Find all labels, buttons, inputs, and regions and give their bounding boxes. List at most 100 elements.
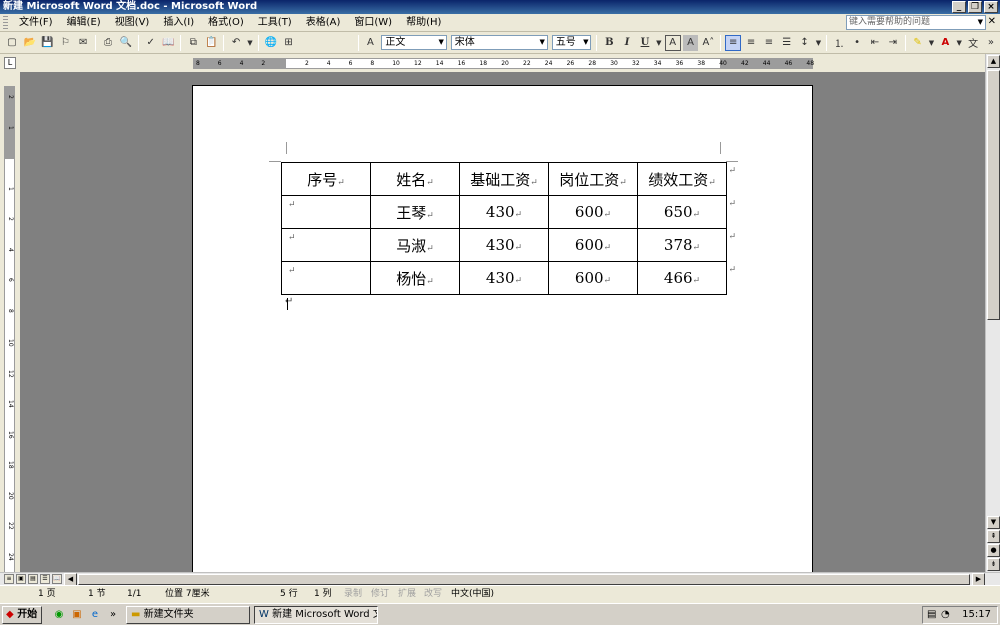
table-cell[interactable]: 430↵ (459, 261, 549, 295)
line-spacing-icon[interactable]: ↕ (797, 35, 813, 51)
chevron-down-icon[interactable]: ▼ (955, 35, 963, 51)
numbering-icon[interactable]: ⒈ (831, 35, 847, 51)
paste-icon[interactable]: 📋 (203, 35, 219, 51)
header-cell[interactable]: 基础工资↵ (459, 162, 549, 196)
menu-view[interactable]: 视图(V) (108, 14, 157, 32)
table-cell[interactable]: 600↵ (548, 261, 638, 295)
chevron-down-icon[interactable]: ▼ (814, 35, 822, 51)
open-folder-icon[interactable]: 📂 (22, 35, 38, 51)
chevron-down-icon[interactable]: ▼ (655, 35, 663, 51)
salary-table[interactable]: 序号↵ 姓名↵ 基础工资↵ 岗位工资↵ 绩效工资↵ ↵ ↵ 王琴↵ 430↵ 60… (281, 162, 736, 295)
toolbar-grip[interactable] (3, 15, 8, 30)
header-cell[interactable]: 岗位工资↵ (548, 162, 638, 196)
align-left-icon[interactable]: ≡ (725, 34, 742, 51)
highlight-icon[interactable]: ✎ (910, 35, 926, 51)
reading-layout-icon[interactable]: 📖 (52, 574, 62, 584)
previous-page-icon[interactable]: ⇞ (987, 530, 1000, 543)
bullets-icon[interactable]: • (849, 35, 865, 51)
volume-icon[interactable]: ◔ (941, 607, 950, 623)
justify-icon[interactable]: ☰ (779, 35, 795, 51)
network-icon[interactable]: ▤ (927, 607, 936, 623)
character-border-icon[interactable]: A (664, 34, 681, 51)
header-cell[interactable]: 绩效工资↵ ↵ (637, 162, 736, 196)
table-cell[interactable]: ↵ (281, 195, 371, 229)
save-icon[interactable]: 💾 (40, 35, 56, 51)
table-cell[interactable]: 466↵ ↵ (637, 261, 736, 295)
menu-format[interactable]: 格式(O) (201, 14, 251, 32)
tables-borders-icon[interactable]: ⊞ (281, 35, 297, 51)
minimize-button[interactable]: _ (952, 1, 966, 13)
permission-icon[interactable]: ⚐ (57, 35, 73, 51)
table-cell[interactable]: 378↵ ↵ (637, 228, 736, 262)
web-layout-icon[interactable]: ▣ (16, 574, 26, 584)
menu-window[interactable]: 窗口(W) (347, 14, 399, 32)
vertical-scroll-thumb[interactable] (987, 70, 1000, 320)
header-cell[interactable]: 序号↵ (281, 162, 371, 196)
character-shading-icon[interactable]: A (682, 34, 699, 51)
horizontal-scroll-thumb[interactable] (78, 574, 970, 585)
vertical-ruler[interactable]: 2 1 1 2 4 6 8 10 12 14 16 18 20 22 24 (4, 86, 15, 573)
browse-object-icon[interactable]: ● (987, 544, 1000, 557)
close-button[interactable]: × (984, 1, 998, 13)
status-overtype[interactable]: 改写 (424, 586, 442, 602)
help-search-input[interactable]: 键入需要帮助的问题 ▼ (846, 15, 986, 30)
menu-file[interactable]: 文件(F) (12, 14, 60, 32)
restore-button[interactable]: ❐ (968, 1, 982, 13)
table-cell[interactable]: 600↵ (548, 228, 638, 262)
styles-icon[interactable]: A (363, 35, 379, 51)
status-track-changes[interactable]: 修订 (371, 586, 389, 602)
font-color-icon[interactable]: A (937, 35, 953, 51)
print-icon[interactable]: ⎙ (100, 35, 116, 51)
start-button[interactable]: ◆ 开始 (2, 606, 42, 624)
style-select[interactable]: 正文 ▼ (381, 35, 447, 50)
increase-indent-icon[interactable]: ⇥ (885, 35, 901, 51)
vertical-scrollbar[interactable]: ▲ ▼ ⇞ ● ⇟ (985, 54, 1000, 572)
print-layout-icon[interactable]: ▤ (28, 574, 38, 584)
table-cell[interactable]: 600↵ (548, 195, 638, 229)
table-cell[interactable]: 650↵ ↵ (637, 195, 736, 229)
decrease-indent-icon[interactable]: ⇤ (867, 35, 883, 51)
bold-button[interactable]: B (601, 35, 617, 51)
clock[interactable]: 15:17 (962, 607, 991, 623)
research-icon[interactable]: 📖 (161, 35, 177, 51)
font-select[interactable]: 宋体 ▼ (450, 35, 548, 50)
horizontal-ruler[interactable]: 8 6 4 2 2 4 6 8 10 12 14 16 18 20 22 24 26 28 30 32 34 36 38 40… (193, 58, 814, 69)
menu-help[interactable]: 帮助(H) (399, 14, 448, 32)
status-record[interactable]: 录制 (344, 586, 362, 602)
menu-edit[interactable]: 编辑(E) (60, 14, 108, 32)
align-center-icon[interactable]: ≡ (743, 35, 759, 51)
quick-launch-more-icon[interactable]: » (106, 608, 120, 622)
scroll-down-icon[interactable]: ▼ (987, 516, 1000, 529)
chevron-down-icon[interactable]: ▼ (437, 36, 446, 49)
menu-table[interactable]: 表格(A) (299, 14, 348, 32)
toolbar-options-icon[interactable]: » (983, 35, 999, 51)
chevron-down-icon[interactable]: ▼ (928, 35, 936, 51)
quick-launch-ie-icon[interactable]: e (88, 608, 102, 622)
undo-icon[interactable]: ↶ (228, 35, 244, 51)
email-icon[interactable]: ✉ (75, 35, 91, 51)
task-word-button[interactable]: W 新建 Microsoft Word 文... (254, 606, 378, 624)
italic-button[interactable]: I (619, 35, 635, 51)
task-folder-button[interactable]: ▬ 新建文件夹 (126, 606, 250, 624)
underline-button[interactable]: U (637, 35, 653, 51)
table-cell[interactable]: 430↵ (459, 195, 549, 229)
print-preview-icon[interactable]: 🔍 (118, 35, 134, 51)
quick-launch-browser-icon[interactable]: ◉ (52, 608, 66, 622)
enlarge-font-icon[interactable]: A˄ (700, 35, 716, 51)
chevron-down-icon[interactable]: ▼ (538, 36, 547, 49)
status-extend[interactable]: 扩展 (398, 586, 416, 602)
chevron-down-icon[interactable]: ▼ (246, 35, 254, 51)
document-page[interactable]: 序号↵ 姓名↵ 基础工资↵ 岗位工资↵ 绩效工资↵ ↵ ↵ 王琴↵ 430↵ 60… (192, 85, 813, 575)
table-cell[interactable]: 430↵ (459, 228, 549, 262)
hyperlink-icon[interactable]: 🌐 (263, 35, 279, 51)
chevron-down-icon[interactable]: ▼ (581, 36, 590, 49)
table-cell[interactable]: 杨怡↵ (370, 261, 460, 295)
chevron-down-icon[interactable]: ▼ (978, 16, 983, 29)
table-cell[interactable]: 王琴↵ (370, 195, 460, 229)
table-cell[interactable]: ↵ (281, 228, 371, 262)
table-cell[interactable]: 马淑↵ (370, 228, 460, 262)
normal-view-icon[interactable]: ≡ (4, 574, 14, 584)
header-cell[interactable]: 姓名↵ (370, 162, 460, 196)
status-language[interactable]: 中文(中国) (451, 586, 494, 602)
quick-launch-media-icon[interactable]: ▣ (70, 608, 84, 622)
